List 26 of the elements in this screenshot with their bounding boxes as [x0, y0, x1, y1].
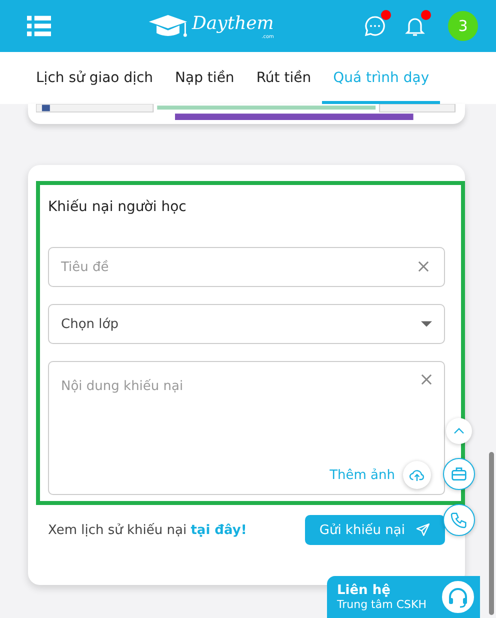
add-image-link[interactable]: Thêm ảnh [330, 468, 395, 482]
clear-icon[interactable] [421, 374, 432, 385]
send-icon [415, 522, 431, 538]
class-select[interactable]: Chọn lớp [48, 304, 445, 344]
title-input[interactable]: Tiêu đề [48, 247, 445, 287]
brand-name: Daythem [192, 14, 274, 34]
form-title: Khiếu nại người học [48, 199, 188, 215]
briefcase-icon[interactable] [443, 458, 475, 490]
history-link[interactable]: tại đây! [190, 522, 247, 538]
bell-icon[interactable] [402, 13, 428, 39]
tab[interactable]: Nạp tiền [164, 52, 246, 104]
scrollbar[interactable] [489, 452, 494, 615]
tab[interactable]: Lịch sử giao dịch [26, 52, 164, 104]
contact-subtitle: Trung tâm CSKH [337, 598, 426, 611]
history-text: Xem lịch sử khiếu nại tại đây! [48, 522, 247, 538]
tab[interactable]: Rút tiền [245, 52, 322, 104]
clear-icon[interactable] [418, 261, 429, 272]
submit-button[interactable]: Gửi khiếu nại [305, 515, 445, 545]
user-avatar[interactable]: 3 [448, 11, 478, 41]
chat-icon[interactable] [362, 13, 388, 39]
contact-title: Liên hệ [337, 583, 392, 598]
graduation-cap-icon [147, 12, 189, 40]
menu-icon[interactable] [27, 15, 51, 37]
contact-widget[interactable]: Liên hệ Trung tâm CSKH [327, 576, 480, 618]
phone-icon[interactable] [443, 504, 475, 536]
caret-icon [421, 321, 432, 327]
